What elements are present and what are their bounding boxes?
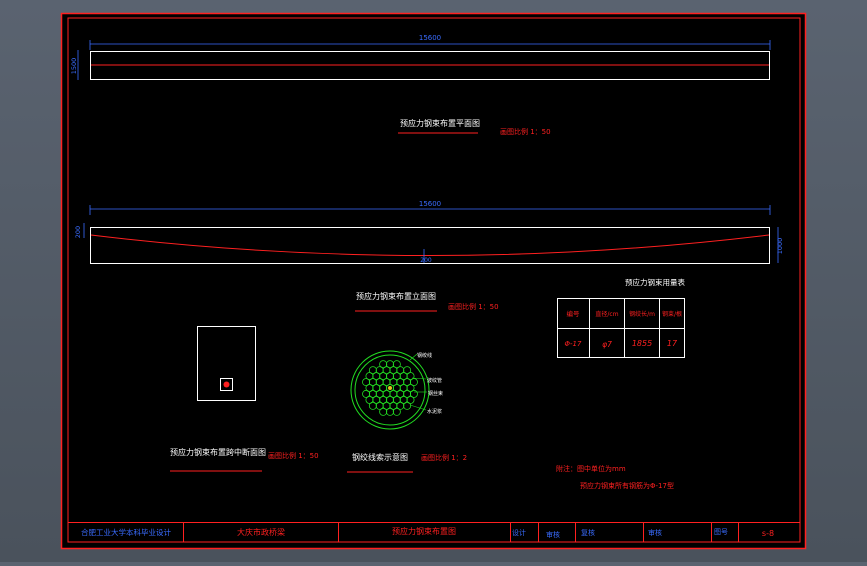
plan-scale: 画图比例 1：50 [500,127,551,136]
strand-detail-title: 钢绞线索示意图 [352,452,408,462]
strand-core [388,386,392,390]
elev-scale: 画图比例 1：50 [448,302,499,311]
tb-approve-label: 审核 [648,528,662,537]
table-cell-length: 1855 [632,339,652,348]
strand-label-1: 钢绞线 [417,352,432,359]
section-view-title: 预应力钢束布置跨中断面图 [170,447,266,457]
cad-viewport: 15600 1500 预应力钢束布置平面图 画图比例 1：50 15600 20… [0,0,867,562]
table-header-count: 钢束/根 [662,310,682,318]
elev-mid-dim: 200 [420,257,432,264]
strand-scale: 画图比例 1：2 [421,453,467,462]
plan-height-dim: 1500 [70,58,78,75]
plan-view-title: 预应力钢束布置平面图 [400,118,480,128]
table-header-diameter: 直径/cm [595,310,618,318]
strand-label-2: 波纹管 [427,377,442,384]
tb-drawing-name: 预应力钢束布置图 [392,526,456,536]
drawing-sheet [61,13,806,549]
tb-school: 合肥工业大学本科毕业设计 [81,527,171,537]
elev-left-dim: 200 [74,226,82,238]
tb-project: 大庆市政桥梁 [237,527,285,537]
elev-right-dim: 1000 [776,238,784,255]
tb-review-label: 审核 [546,530,560,539]
table-title: 预应力钢束用量表 [625,277,685,287]
table-header-number: 编号 [567,309,581,318]
tb-sheet-number: s-8 [762,529,774,538]
elev-length-dim: 15600 [419,200,441,208]
table-cell-diameter: φ7 [602,340,612,349]
plan-length-dim: 15600 [419,34,441,42]
tendon-section-dot [223,381,230,388]
note-line-2: 预应力钢束所有钢筋为Φ-17型 [580,481,674,490]
strand-label-3: 钢丝束 [428,390,443,397]
tb-design-label: 设计 [512,528,526,537]
tb-check-label: 复核 [581,528,595,537]
elevation-view-title: 预应力钢束布置立面图 [356,291,436,301]
drawing-canvas: 15600 1500 预应力钢束布置平面图 画图比例 1：50 15600 20… [60,12,807,550]
note-line-1: 附注：图中单位为mm [556,464,626,473]
section-scale: 画图比例 1：50 [268,451,319,460]
strand-label-4: 水泥浆 [427,408,442,415]
table-cell-number: Φ-17 [565,340,582,348]
table-cell-count: 17 [667,339,678,348]
table-header-length: 钢绞长/m [629,310,655,318]
tb-sheet-label: 图号 [714,528,728,536]
